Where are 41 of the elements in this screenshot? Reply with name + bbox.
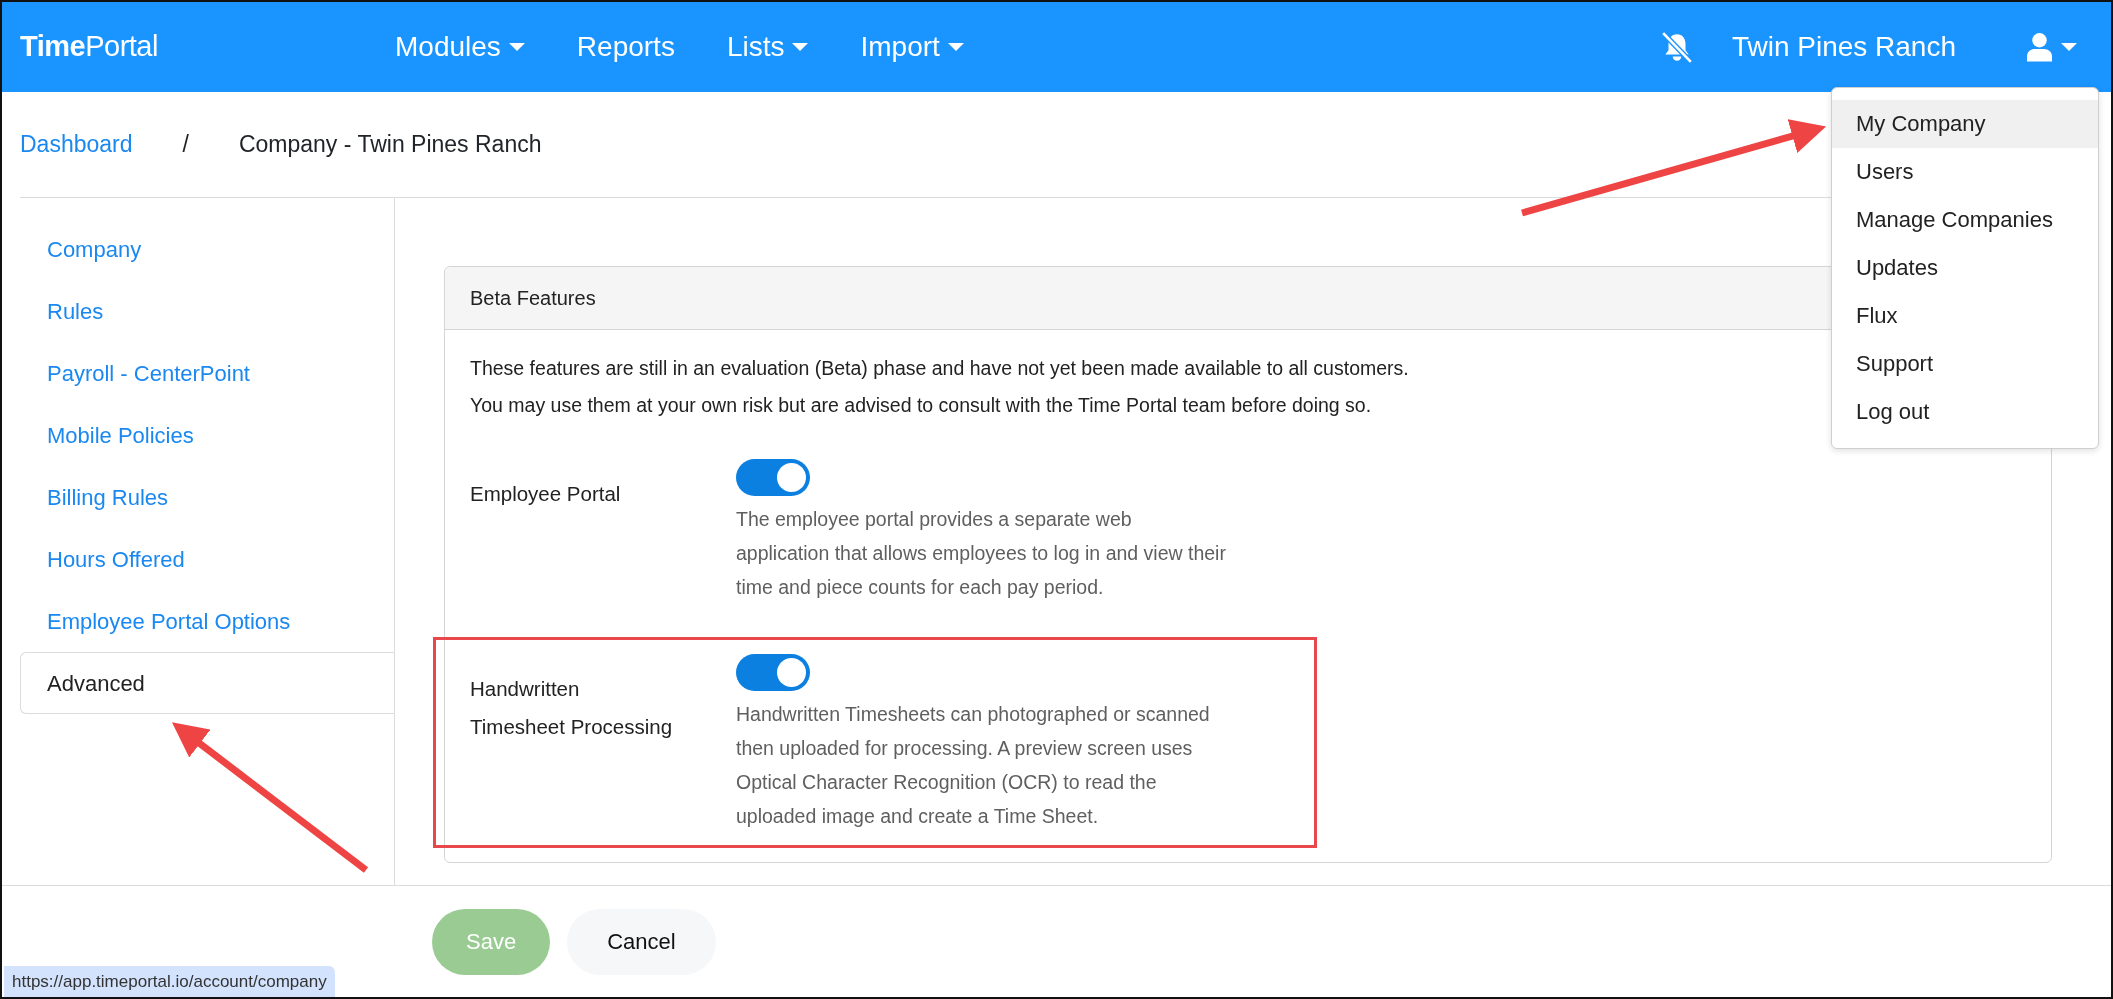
user-menu-button[interactable] [2026,32,2077,62]
sidebar-item[interactable]: Billing Rules [20,466,394,528]
feature-description: Handwritten Timesheets can photographed or scanned then uploaded for processing. A preview screen uses Optical Character Recognition (OCR) to read the uploaded image and create a Time Sheet. [736,702,1211,829]
dropdown-item[interactable]: Manage Companies [1832,196,2098,244]
status-url: https://app.timeportal.io/account/company [4,965,335,997]
nav-menu-item[interactable]: Import [860,26,964,68]
breadcrumb-separator: / [182,130,189,160]
nav-menu-item[interactable]: Reports [576,26,675,68]
feature-description: The employee portal provides a separate web application that allows employees to log in and view their time and piece counts for each pay period. [736,507,1226,600]
breadcrumb-current: Company - Twin Pines Ranch [238,130,542,160]
dropdown-item[interactable]: Flux [1832,292,2098,340]
cancel-button[interactable]: Cancel [567,908,716,975]
sidebar-item[interactable]: Company [20,218,394,280]
sidebar-item[interactable]: Payroll - CenterPoint [20,342,394,404]
caret-icon [508,42,525,52]
toggle-switch[interactable] [736,654,810,691]
sidebar-item[interactable]: Employee Portal Options [20,590,394,652]
breadcrumb-link[interactable]: Dashboard [20,127,133,162]
intro-text: These features are still in an evaluation (Beta) phase and have not yet been made available to all customers. [470,356,1409,381]
feature-label: Handwritten Timesheet Processing [470,676,674,740]
sidebar-item[interactable]: Rules [20,280,394,342]
dropdown-item[interactable]: Support [1832,340,2098,388]
dropdown-item[interactable]: My Company [1832,100,2098,148]
nav-menu-item[interactable]: Modules [395,26,525,68]
toggle-switch[interactable] [736,459,810,496]
caret-icon [792,42,809,52]
dropdown-item[interactable]: Log out [1832,388,2098,436]
sidebar-item[interactable]: Advanced [20,652,394,714]
sidebar-item[interactable]: Mobile Policies [20,404,394,466]
caret-icon [2061,42,2077,52]
nav-menu-item[interactable]: Lists [726,26,809,68]
bell-slash-icon[interactable] [1659,30,1694,64]
user-icon [2026,32,2053,62]
feature-label: Employee Portal [470,481,622,507]
intro-text: You may use them at your own risk but are advised to consult with the Time Portal team before doing so. [470,393,1372,418]
dropdown-item[interactable]: Users [1832,148,2098,196]
company-name: Twin Pines Ranch [1731,30,1956,64]
brand-logo[interactable]: TimePortal [20,25,395,69]
caret-icon [947,42,964,52]
sidebar-item[interactable]: Hours Offered [20,528,394,590]
dropdown-item[interactable]: Updates [1832,244,2098,292]
